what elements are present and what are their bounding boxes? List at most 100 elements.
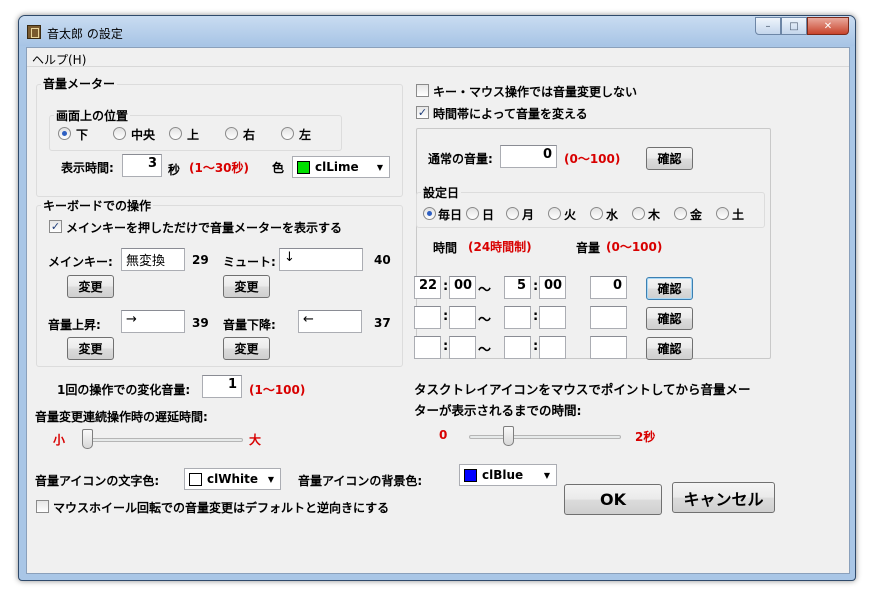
tray-slider-thumb[interactable] bbox=[503, 426, 514, 446]
radio-position-center[interactable] bbox=[113, 127, 126, 140]
menu-bar: ヘルプ(H) bbox=[27, 48, 849, 67]
normal-volume-input[interactable]: 0 bbox=[500, 145, 557, 168]
meter-color-select[interactable]: clLime ▼ bbox=[292, 156, 390, 178]
row3-confirm-button[interactable]: 確認 bbox=[646, 337, 693, 360]
wheel-reverse-checkbox[interactable] bbox=[36, 500, 49, 513]
mute-label: ミュート: bbox=[223, 255, 276, 269]
position-group-label: 画面上の位置 bbox=[54, 107, 131, 124]
radio-position-bottom[interactable] bbox=[58, 127, 71, 140]
row1-confirm-button[interactable]: 確認 bbox=[646, 277, 693, 300]
mute-code: 40 bbox=[374, 253, 391, 267]
row1-start-hour[interactable]: 22 bbox=[414, 276, 441, 299]
normal-volume-range: (0〜100) bbox=[564, 152, 621, 166]
app-icon bbox=[27, 25, 41, 39]
icon-text-color-swatch bbox=[189, 473, 202, 486]
delay-slider-thumb[interactable] bbox=[82, 429, 93, 449]
radio-position-right[interactable] bbox=[225, 127, 238, 140]
radio-day-wed[interactable] bbox=[590, 207, 603, 220]
volume-up-input[interactable]: → bbox=[121, 310, 185, 333]
row1-end-colon: : bbox=[533, 279, 539, 294]
display-time-label: 表示時間: bbox=[61, 161, 114, 175]
radio-day-everyday[interactable] bbox=[423, 207, 436, 220]
icon-bg-color-value: clBlue bbox=[482, 468, 524, 482]
row1-end-minute[interactable]: 00 bbox=[539, 276, 566, 299]
chevron-down-icon: ▼ bbox=[267, 474, 275, 484]
volume-up-change-button[interactable]: 変更 bbox=[67, 337, 114, 360]
radio-day-mon[interactable] bbox=[506, 207, 519, 220]
delay-min-label: 小 bbox=[53, 433, 66, 447]
radio-day-tue[interactable] bbox=[548, 207, 561, 220]
radio-position-top[interactable] bbox=[169, 127, 182, 140]
row3-end-hour[interactable] bbox=[504, 336, 531, 359]
by-time-checkbox[interactable]: ✓ bbox=[416, 106, 429, 119]
radio-position-top-label: 上 bbox=[187, 128, 200, 142]
radio-position-left-label: 左 bbox=[299, 128, 312, 142]
display-time-range: (1〜30秒) bbox=[189, 161, 250, 175]
mute-change-button[interactable]: 変更 bbox=[223, 275, 270, 298]
row3-start-minute[interactable] bbox=[449, 336, 476, 359]
row3-end-minute[interactable] bbox=[539, 336, 566, 359]
days-group-label: 設定日 bbox=[421, 184, 462, 201]
main-key-input[interactable]: 無変換 bbox=[121, 248, 185, 271]
cancel-button[interactable]: キャンセル bbox=[672, 482, 775, 513]
mute-input[interactable]: ↓ bbox=[279, 248, 363, 271]
radio-position-left[interactable] bbox=[281, 127, 294, 140]
show-meter-checkbox[interactable]: ✓ bbox=[49, 220, 62, 233]
title-bar[interactable]: 音太郎 の設定 – □ ✕ bbox=[19, 16, 855, 46]
radio-day-sat[interactable] bbox=[716, 207, 729, 220]
row2-volume[interactable] bbox=[590, 306, 627, 329]
wheel-reverse-label: マウスホイール回転での音量変更はデフォルトと逆向きにする bbox=[53, 501, 390, 515]
main-key-code: 29 bbox=[192, 253, 209, 267]
row1-end-hour[interactable]: 5 bbox=[504, 276, 531, 299]
radio-day-fri-label: 金 bbox=[690, 208, 703, 222]
row1-start-colon: : bbox=[443, 279, 449, 294]
row2-end-hour[interactable] bbox=[504, 306, 531, 329]
chevron-down-icon: ▼ bbox=[543, 470, 551, 480]
radio-day-thu[interactable] bbox=[632, 207, 645, 220]
icon-bg-color-select[interactable]: clBlue ▼ bbox=[459, 464, 557, 486]
ok-button[interactable]: OK bbox=[564, 484, 662, 515]
radio-position-right-label: 右 bbox=[243, 128, 256, 142]
display-time-unit: 秒 bbox=[168, 163, 181, 177]
row3-tilde: 〜 bbox=[478, 343, 492, 358]
radio-day-sat-label: 土 bbox=[732, 208, 745, 222]
row2-confirm-button[interactable]: 確認 bbox=[646, 307, 693, 330]
row2-start-hour[interactable] bbox=[414, 306, 441, 329]
row2-tilde: 〜 bbox=[478, 313, 492, 328]
tray-label-line1: タスクトレイアイコンをマウスでポイントしてから音量メー bbox=[414, 382, 751, 397]
settings-window: 音太郎 の設定 – □ ✕ ヘルプ(H) 音量メーター 画面上の位置 下 中央 … bbox=[18, 15, 856, 581]
volume-down-change-button[interactable]: 変更 bbox=[223, 337, 270, 360]
no-change-checkbox[interactable] bbox=[416, 84, 429, 97]
delay-slider-track[interactable] bbox=[83, 438, 243, 442]
icon-text-color-select[interactable]: clWhite ▼ bbox=[184, 468, 281, 490]
row2-start-minute[interactable] bbox=[449, 306, 476, 329]
close-button[interactable]: ✕ bbox=[807, 17, 849, 35]
volume-down-label: 音量下降: bbox=[223, 318, 276, 332]
volume-down-input[interactable]: ← bbox=[298, 310, 362, 333]
row3-end-colon: : bbox=[533, 339, 539, 354]
menu-help[interactable]: ヘルプ(H) bbox=[32, 51, 86, 68]
row3-volume[interactable] bbox=[590, 336, 627, 359]
radio-day-fri[interactable] bbox=[674, 207, 687, 220]
step-input[interactable]: 1 bbox=[202, 375, 242, 398]
tray-slider-track[interactable] bbox=[469, 435, 621, 439]
volume-up-label: 音量上昇: bbox=[48, 318, 101, 332]
row2-end-minute[interactable] bbox=[539, 306, 566, 329]
meter-group-label: 音量メーター bbox=[41, 75, 118, 92]
main-key-change-button[interactable]: 変更 bbox=[67, 275, 114, 298]
row3-start-hour[interactable] bbox=[414, 336, 441, 359]
normal-volume-confirm-button[interactable]: 確認 bbox=[646, 147, 693, 170]
volume-up-code: 39 bbox=[192, 316, 209, 330]
tray-label-line2: ターが表示されるまでの時間: bbox=[414, 403, 582, 418]
icon-bg-color-label: 音量アイコンの背景色: bbox=[298, 474, 423, 488]
row1-volume[interactable]: 0 bbox=[590, 276, 627, 299]
row1-start-minute[interactable]: 00 bbox=[449, 276, 476, 299]
time-header-note: (24時間制) bbox=[468, 240, 532, 254]
display-time-input[interactable]: 3 bbox=[122, 154, 162, 177]
radio-day-wed-label: 水 bbox=[606, 208, 619, 222]
maximize-button[interactable]: □ bbox=[781, 17, 807, 35]
minimize-button[interactable]: – bbox=[755, 17, 781, 35]
radio-day-sun[interactable] bbox=[466, 207, 479, 220]
by-time-label: 時間帯によって音量を変える bbox=[433, 107, 588, 121]
main-key-label: メインキー: bbox=[48, 255, 113, 269]
